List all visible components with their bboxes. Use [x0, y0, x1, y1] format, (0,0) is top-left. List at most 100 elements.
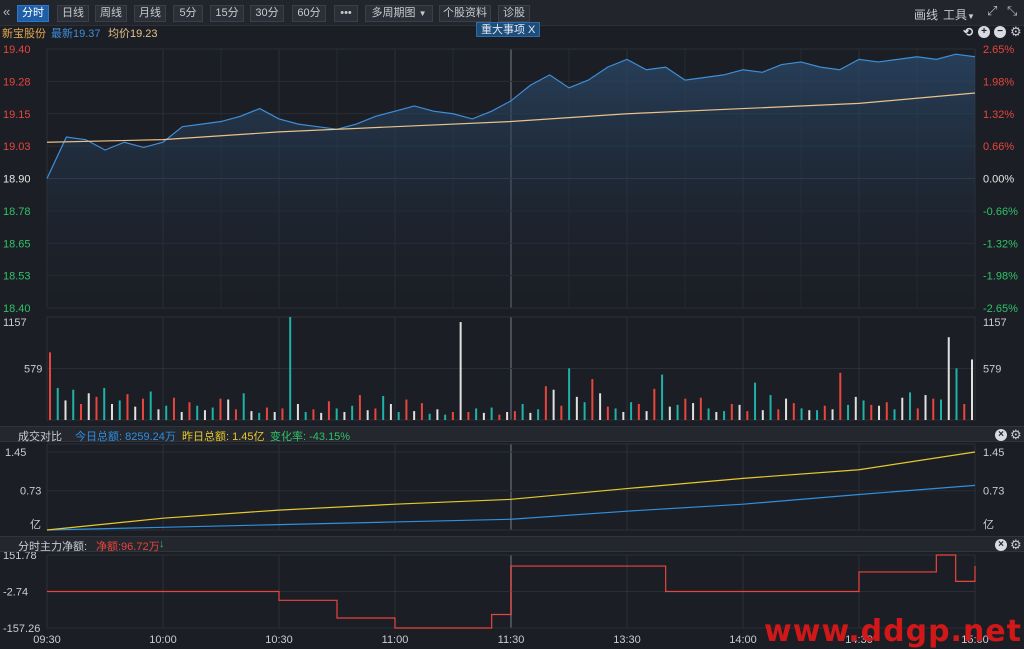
volume-bar — [49, 352, 51, 420]
volume-bar — [792, 403, 795, 420]
price-tick-right: 1.98% — [983, 76, 1014, 88]
volume-bar — [428, 413, 431, 420]
volume-bar — [482, 412, 485, 420]
volume-bar — [893, 409, 896, 420]
price-tick-left: 18.53 — [3, 271, 31, 283]
volume-bar — [738, 404, 741, 420]
volume-bar — [622, 411, 625, 420]
volume-bar — [118, 400, 121, 420]
volume-bar — [521, 403, 524, 420]
volume-bar — [862, 400, 865, 420]
flow-title: 分时主力净额: — [18, 541, 88, 553]
volume-bar — [955, 368, 958, 420]
volume-bar — [754, 382, 757, 420]
volume-bar — [924, 395, 927, 420]
volume-bar — [413, 411, 416, 420]
price-tick-left: 19.40 — [3, 44, 31, 56]
volume-tick-top: 1157 — [983, 317, 1007, 329]
turnover-tick-mid: 0.73 — [983, 486, 1004, 498]
volume-bar — [816, 410, 819, 420]
volume-bar — [149, 391, 152, 420]
watermark: www.ddgp.net — [764, 614, 1022, 649]
volume-bar — [134, 406, 137, 420]
flow-tick-mid: -2.74 — [3, 587, 28, 599]
volume-bar — [389, 403, 392, 420]
price-tick-right: 1.32% — [983, 109, 1014, 121]
volume-bar — [351, 405, 354, 420]
close-icon[interactable]: × — [995, 539, 1007, 551]
volume-bar — [374, 408, 377, 420]
volume-bar — [901, 397, 904, 420]
price-tick-left: 18.78 — [3, 206, 31, 218]
price-tick-right: 0.00% — [983, 174, 1014, 186]
volume-bar — [761, 410, 764, 420]
time-tick: 14:00 — [729, 634, 757, 646]
volume-bar — [707, 408, 710, 420]
volume-bar — [304, 411, 307, 420]
volume-bar — [614, 408, 617, 420]
volume-bar — [723, 411, 726, 420]
volume-bar — [909, 392, 912, 420]
volume-tick-mid: 579 — [24, 364, 42, 376]
volume-bar — [87, 393, 90, 420]
volume-bar — [637, 403, 640, 420]
volume-bar — [498, 414, 501, 420]
volume-bar — [506, 411, 509, 420]
volume-bar — [599, 393, 602, 420]
time-tick: 11:00 — [382, 634, 409, 646]
volume-bar — [196, 405, 199, 420]
volume-bar — [885, 402, 888, 420]
volume-bar — [645, 411, 648, 420]
volume-bar — [653, 388, 656, 420]
volume-bar — [64, 400, 67, 420]
volume-bar — [180, 411, 183, 420]
volume-bar — [211, 407, 214, 420]
price-tick-right: -1.32% — [983, 238, 1018, 250]
volume-bar — [575, 396, 578, 420]
volume-bar — [475, 408, 478, 420]
price-tick-right: -1.98% — [983, 271, 1018, 283]
volume-bar — [436, 409, 439, 420]
close-icon[interactable]: × — [995, 429, 1007, 441]
volume-bar — [126, 394, 129, 420]
volume-tick-top: 1157 — [3, 317, 27, 329]
volume-bar — [823, 405, 826, 420]
volume-bar — [668, 406, 671, 420]
volume-bar — [769, 395, 772, 420]
volume-bar — [420, 403, 423, 420]
volume-bar — [296, 403, 299, 420]
volume-bar — [552, 389, 555, 420]
volume-bar — [335, 408, 338, 420]
volume-bar — [568, 368, 571, 420]
volume-bar — [273, 411, 276, 420]
turnover-title: 成交对比 — [18, 431, 62, 443]
volume-bar — [606, 406, 609, 420]
gear-icon[interactable]: ⚙ — [1010, 427, 1022, 443]
gear-icon[interactable]: ⚙ — [1010, 537, 1022, 553]
volume-bar — [165, 405, 168, 420]
time-tick: 10:30 — [265, 634, 293, 646]
turnover-tick-mid: 0.73 — [20, 486, 41, 498]
volume-bar — [103, 387, 106, 420]
volume-bar — [699, 397, 702, 420]
volume-bar — [110, 403, 113, 420]
volume-bar — [777, 409, 780, 420]
volume-bar — [188, 402, 191, 420]
time-tick: 10:00 — [149, 634, 177, 646]
time-tick: 13:30 — [613, 634, 641, 646]
price-tick-right: 0.66% — [983, 141, 1014, 153]
volume-bar — [343, 411, 346, 420]
volume-bar — [72, 389, 75, 420]
down-arrow-icon: ↓ — [159, 538, 165, 550]
price-tick-left: 18.40 — [3, 303, 31, 315]
change-rate: 变化率: -43.15% — [270, 431, 351, 443]
volume-bar — [234, 409, 237, 420]
volume-bar — [560, 405, 563, 420]
volume-bar — [839, 372, 842, 420]
price-tick-left: 19.15 — [3, 109, 31, 121]
volume-bar — [963, 403, 966, 420]
volume-bar — [289, 317, 292, 420]
volume-bar — [916, 408, 919, 420]
volume-bar — [265, 407, 268, 420]
volume-bar — [676, 404, 679, 420]
